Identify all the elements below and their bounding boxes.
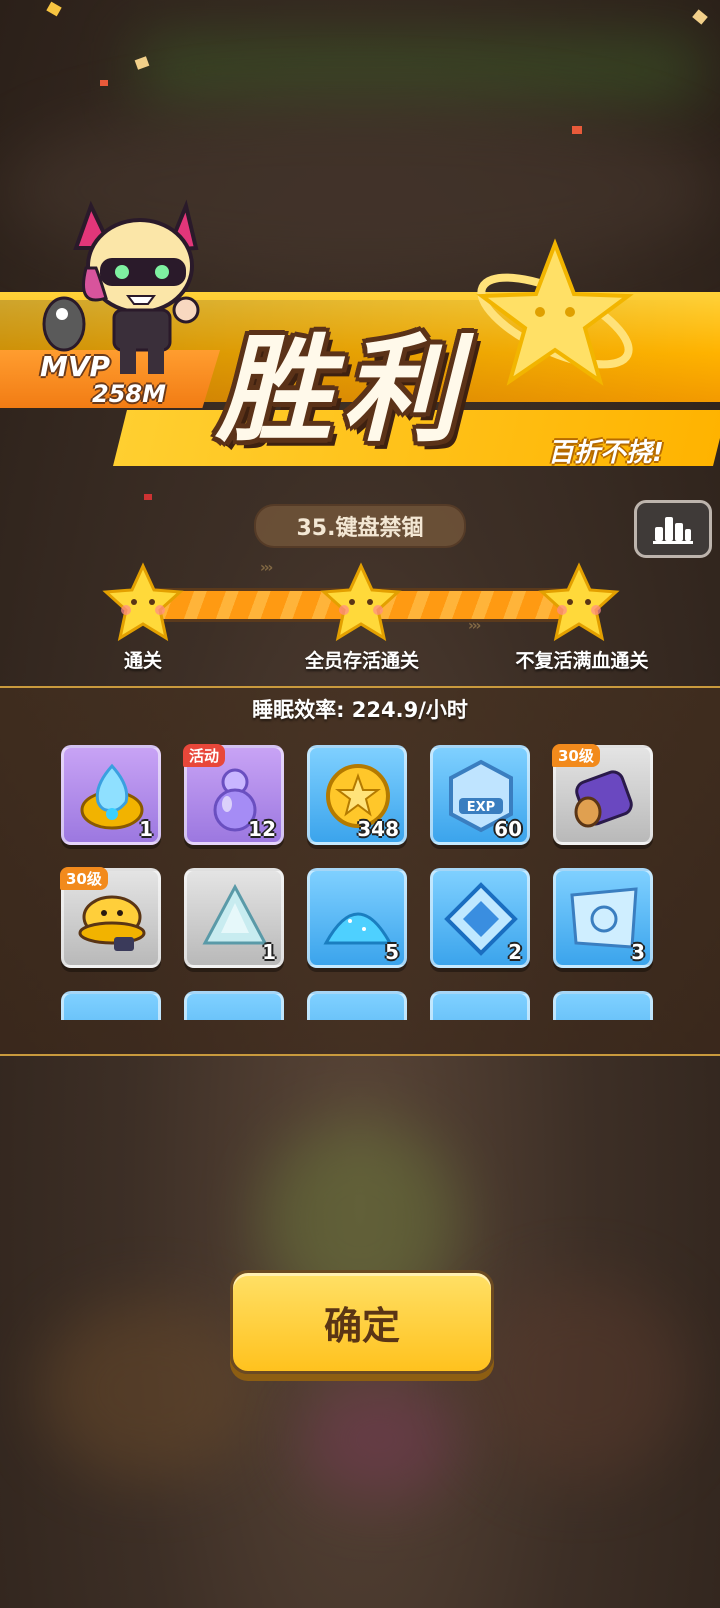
item-count: 60 <box>494 817 522 841</box>
reward-item[interactable]: 30级 <box>552 744 653 845</box>
item-count: 2 <box>508 940 522 964</box>
confetti-piece <box>692 9 708 25</box>
reward-item[interactable]: 3 <box>553 868 653 968</box>
milestone-label-clear: 通关 <box>123 650 163 672</box>
reward-item[interactable]: 348 <box>307 745 407 845</box>
reward-item[interactable]: 30级 <box>60 867 161 968</box>
confetti-piece <box>134 56 150 70</box>
mvp-label: MVP <box>40 350 111 383</box>
reward-item[interactable] <box>184 991 284 1020</box>
confetti-piece <box>100 80 108 86</box>
milestone-label-no-revive: 不复活满血通关 <box>515 650 649 672</box>
milestone-label-all-alive: 全员存活通关 <box>304 650 420 672</box>
stage-name: 35.键盘禁锢 <box>254 504 466 548</box>
reward-item[interactable]: 5 <box>307 868 407 968</box>
bar-chart-icon <box>653 517 693 544</box>
confetti-piece <box>572 126 582 134</box>
item-count: 1 <box>262 940 276 964</box>
level-tag: 30级 <box>552 744 600 767</box>
orbit-star-icon <box>476 238 634 386</box>
reward-items-grid[interactable]: 1 活动 12 348 EXP 60 30级 30级 1 5 2 3 <box>60 740 680 1020</box>
victory-subtitle: 百折不挠! <box>548 438 664 468</box>
confetti-piece <box>144 494 152 500</box>
event-tag: 活动 <box>183 744 226 767</box>
reward-item[interactable]: 1 <box>184 868 284 968</box>
duck-helmet-icon <box>78 895 146 951</box>
reward-item[interactable]: 2 <box>430 868 530 968</box>
reward-item[interactable]: EXP 60 <box>430 745 530 845</box>
stats-button[interactable] <box>634 500 712 558</box>
confirm-button[interactable]: 确定 <box>230 1270 494 1374</box>
reward-item[interactable]: 1 <box>61 745 161 845</box>
item-count: 348 <box>357 817 399 841</box>
item-count: 3 <box>631 940 645 964</box>
panel-bottom-divider <box>0 1054 720 1056</box>
mvp-damage-value: 258M <box>92 380 166 408</box>
reward-item[interactable] <box>553 991 653 1020</box>
item-count: 5 <box>385 940 399 964</box>
star-icon <box>538 562 620 642</box>
level-tag: 30级 <box>60 867 108 890</box>
svg-text:EXP: EXP <box>467 800 495 815</box>
reward-item[interactable] <box>307 991 407 1020</box>
progress-chevrons: ››› <box>260 560 273 576</box>
star-icon <box>320 562 402 642</box>
victory-title: 胜利 <box>216 323 468 458</box>
confetti-piece <box>46 1 62 17</box>
star-icon <box>102 562 184 642</box>
reward-item[interactable] <box>61 991 161 1020</box>
sleep-efficiency-rate: 睡眠效率: 224.9/小时 <box>252 698 468 722</box>
item-count: 1 <box>139 817 153 841</box>
purple-barrel-icon <box>574 770 633 828</box>
item-count: 12 <box>248 817 276 841</box>
reward-item[interactable] <box>430 991 530 1020</box>
reward-item[interactable]: 活动 12 <box>183 744 284 845</box>
